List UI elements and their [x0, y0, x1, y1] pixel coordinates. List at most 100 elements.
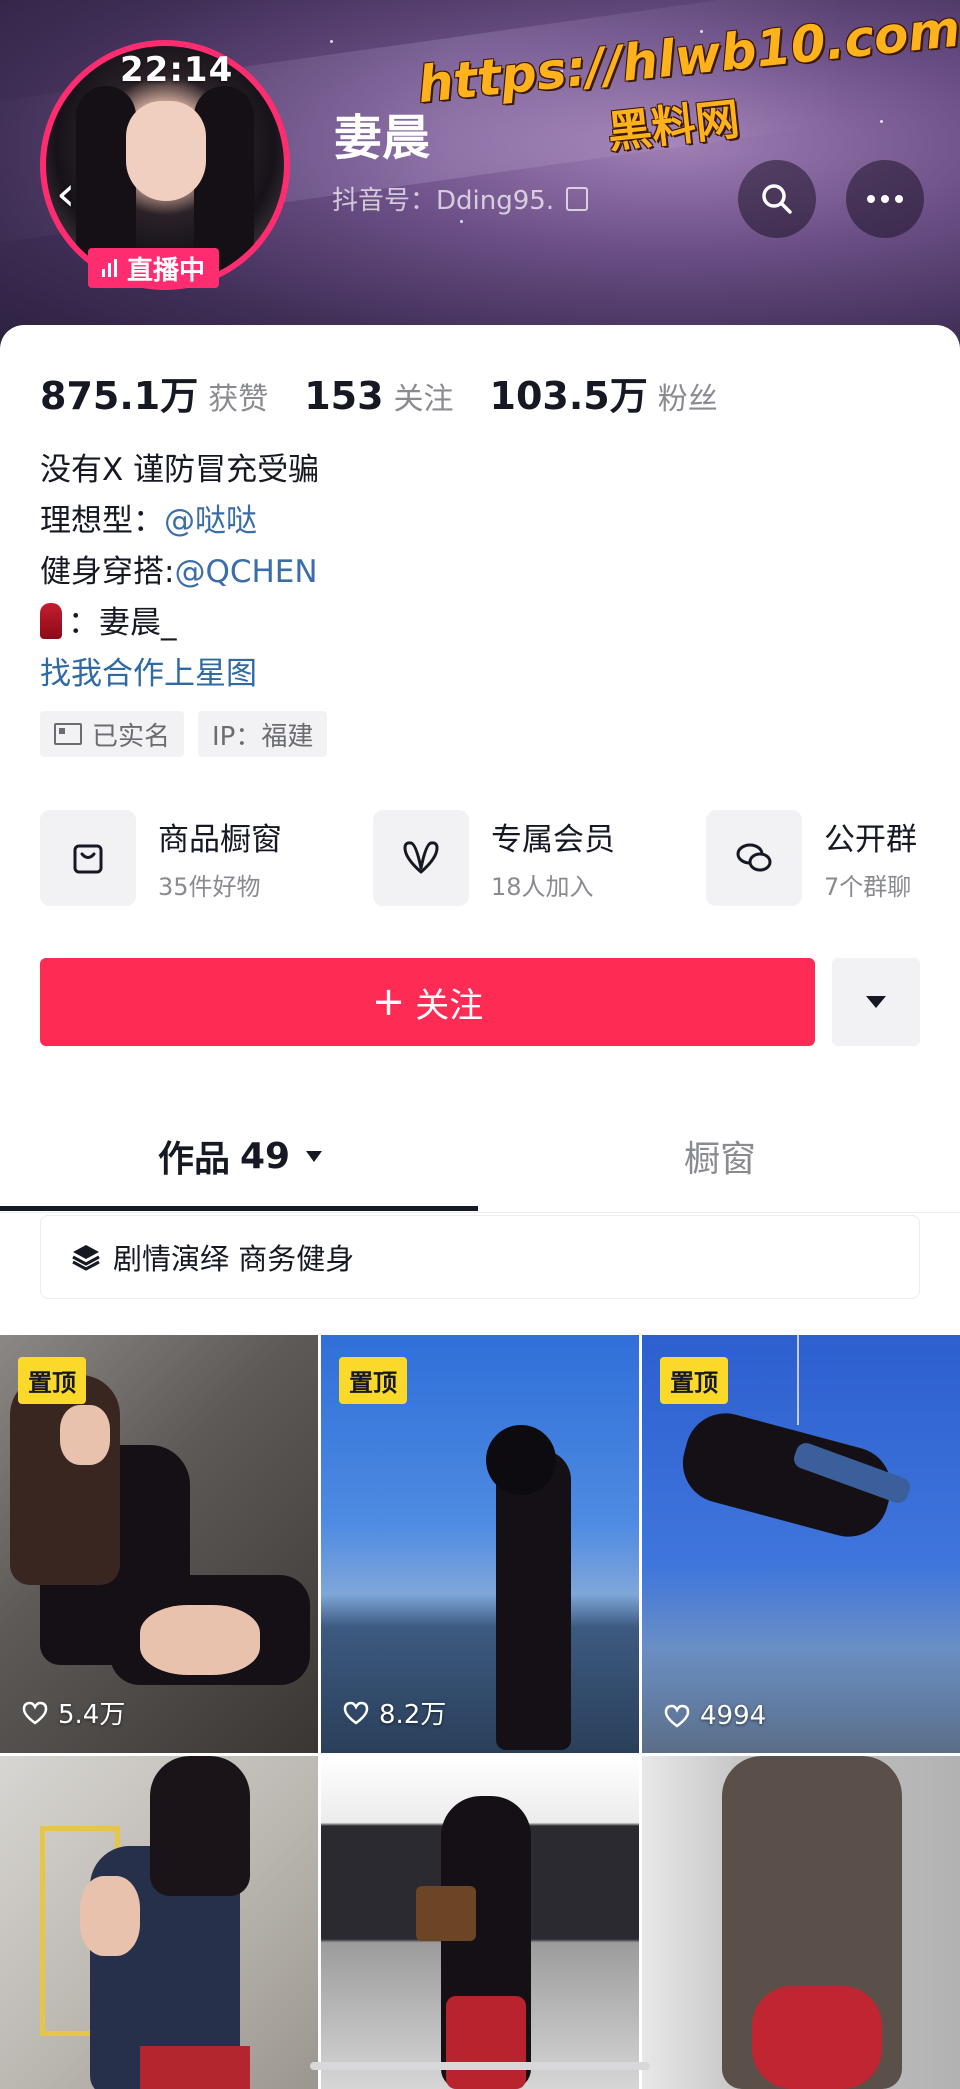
- tab-shop-label: 橱窗: [683, 1139, 756, 1180]
- feature-membership[interactable]: 专属会员 18人加入: [373, 810, 615, 906]
- like-count-value: 5.4万: [58, 1700, 126, 1730]
- stat-label: 关注: [393, 382, 454, 417]
- tab-works[interactable]: 作品 49: [0, 1100, 480, 1212]
- stat-value: 103.5万: [489, 374, 648, 418]
- thumbnail-skirt: [446, 1996, 526, 2089]
- search-button[interactable]: [738, 160, 816, 238]
- profile-header-background: 22:14 ‹ 直播中 妻晨 抖音号：Dding95. https://hlwb…: [0, 0, 960, 360]
- recommend-dropdown-button[interactable]: [832, 958, 920, 1046]
- tab-works-count: 49: [239, 1135, 291, 1177]
- like-count: 8.2万: [343, 1694, 446, 1731]
- douyin-id: 抖音号：Dding95.: [332, 186, 555, 216]
- bag-icon: [40, 810, 136, 906]
- thumbnail-figure: [496, 1450, 571, 1750]
- ip-tag: IP：福建: [198, 711, 328, 757]
- verified-label: 已实名: [92, 721, 171, 752]
- heart-v-icon: [373, 810, 469, 906]
- heart-icon: [22, 1701, 48, 1725]
- stat-value: 153: [304, 374, 384, 418]
- feature-shop-window[interactable]: 商品橱窗 35件好物: [40, 810, 282, 906]
- layers-icon: [71, 1242, 100, 1272]
- pinned-badge: 置顶: [660, 1357, 728, 1404]
- search-icon: [762, 184, 792, 214]
- dress-icon: [40, 603, 62, 639]
- bio-mention-link[interactable]: @哒哒: [164, 503, 257, 539]
- like-count-value: 8.2万: [379, 1700, 447, 1730]
- like-count: 5.4万: [22, 1694, 125, 1731]
- like-count-value: 4994: [700, 1701, 767, 1731]
- star-dot: [700, 30, 703, 33]
- video-thumbnail[interactable]: 置顶 8.2万: [321, 1335, 639, 1753]
- video-thumbnail[interactable]: 置顶 4994: [642, 1335, 960, 1753]
- follow-label: 关注: [415, 985, 484, 1026]
- feature-entries: 商品橱窗 35件好物 专属会员 18人加入 公开群 7个群聊: [40, 810, 960, 910]
- id-card-icon: [54, 723, 82, 745]
- stats-row: 875.1万 获赞 153 关注 103.5万 粉丝: [40, 365, 718, 420]
- bio-line: 没有X 谨防冒充受骗: [40, 452, 320, 488]
- bio: 没有X 谨防冒充受骗 理想型：@哒哒 健身穿搭:@QCHEN ：妻晨_ 找我合作…: [40, 445, 319, 700]
- video-thumbnail[interactable]: 置顶 5.4万: [0, 1335, 318, 1753]
- star-dot: [880, 120, 883, 123]
- plus-icon: +: [371, 979, 406, 1025]
- profile-tags: 已实名 IP：福建: [40, 711, 328, 757]
- stat-following[interactable]: 153 关注: [304, 374, 453, 418]
- thumbnail-hair: [10, 1375, 120, 1585]
- verified-tag: 已实名: [40, 711, 185, 757]
- ip-label: IP：福建: [212, 721, 314, 752]
- tab-active-indicator: [0, 1206, 478, 1211]
- star-dot: [560, 70, 563, 73]
- video-grid: 置顶 5.4万 置顶 8.2万 置顶 4994: [0, 1335, 960, 2089]
- feature-subtitle: 18人加入: [491, 873, 594, 901]
- caret-down-icon: [306, 1150, 323, 1162]
- star-map-link[interactable]: 找我合作上星图: [40, 649, 319, 700]
- tab-shop-window[interactable]: 橱窗: [480, 1100, 960, 1212]
- bio-text: 理想型：: [40, 503, 164, 539]
- chat-icon: [706, 810, 802, 906]
- thumbnail-hair: [486, 1425, 556, 1495]
- avatar-face: [126, 101, 206, 201]
- video-thumbnail[interactable]: [642, 1756, 960, 2089]
- thumbnail-skin: [140, 1605, 260, 1675]
- star-dot: [330, 40, 333, 43]
- pinned-badge: 置顶: [18, 1357, 86, 1404]
- heart-icon: [664, 1704, 690, 1728]
- collection-bar[interactable]: 剧情演绎 商务健身: [40, 1215, 920, 1299]
- collection-label: 剧情演绎 商务健身: [113, 1242, 355, 1276]
- thumbnail-hair: [150, 1756, 250, 1896]
- thumbnail-face: [60, 1405, 110, 1465]
- stat-value: 875.1万: [40, 374, 199, 418]
- stat-likes[interactable]: 875.1万 获赞: [40, 365, 268, 420]
- bio-line: 理想型：@哒哒: [40, 496, 319, 547]
- back-chevron-icon[interactable]: ‹: [56, 170, 75, 218]
- bio-text: ：妻晨_: [68, 605, 177, 641]
- bio-mention-link[interactable]: @QCHEN: [174, 554, 317, 590]
- parachute-line: [797, 1335, 799, 1425]
- home-indicator: [310, 2062, 650, 2070]
- live-bars-icon: [102, 259, 117, 277]
- feature-subtitle: 35件好物: [158, 873, 261, 901]
- more-button[interactable]: [846, 160, 924, 238]
- feature-title: 专属会员: [491, 822, 615, 858]
- tab-works-label: 作品: [157, 1139, 230, 1180]
- feature-subtitle: 7个群聊: [824, 873, 912, 901]
- feature-public-group[interactable]: 公开群 7个群聊: [706, 810, 917, 906]
- video-thumbnail[interactable]: [0, 1756, 318, 2089]
- bio-line: ：妻晨_: [40, 598, 319, 649]
- triangle-down-icon: [866, 996, 886, 1008]
- profile-name: 妻晨: [334, 110, 431, 166]
- follow-button[interactable]: + 关注: [40, 958, 815, 1046]
- thumbnail-handbag: [416, 1886, 476, 1941]
- live-badge[interactable]: 直播中: [88, 248, 220, 288]
- thumbnail-skirt: [140, 2046, 250, 2089]
- more-dots-icon: [867, 195, 903, 203]
- stat-followers[interactable]: 103.5万 粉丝: [490, 365, 718, 420]
- live-badge-label: 直播中: [127, 255, 206, 286]
- bio-line: 健身穿搭:@QCHEN: [40, 547, 319, 598]
- stat-label: 粉丝: [657, 382, 718, 417]
- content-tabs: 作品 49 橱窗: [0, 1100, 960, 1213]
- video-thumbnail[interactable]: [321, 1756, 639, 2089]
- star-dot: [460, 220, 463, 223]
- douyin-id-row[interactable]: 抖音号：Dding95.: [332, 180, 589, 217]
- feature-title: 商品橱窗: [158, 822, 282, 858]
- copy-icon[interactable]: [566, 186, 589, 211]
